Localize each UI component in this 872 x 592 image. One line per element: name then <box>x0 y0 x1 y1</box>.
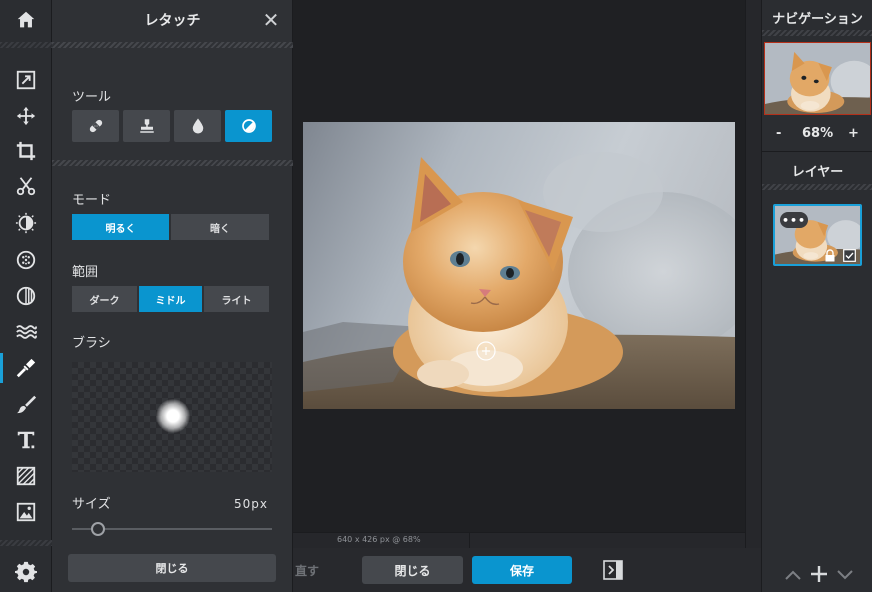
range-label: 範囲 <box>72 265 99 280</box>
canvas-status-bar: 640 x 426 px @ 68% <box>293 532 745 549</box>
zoom-level: 68% <box>802 126 834 141</box>
canvas-area[interactable] <box>293 0 745 532</box>
zoom-controls: - 68% + <box>762 126 872 144</box>
mode-label: モード <box>72 193 112 208</box>
visibility-checkbox-icon[interactable] <box>843 247 856 262</box>
mode-brighten-button[interactable]: 明るく <box>72 214 169 240</box>
draw-icon[interactable] <box>0 386 52 422</box>
navigator-thumbnail[interactable] <box>764 42 871 115</box>
add-layer-icon <box>811 566 827 582</box>
vertical-scrollbar[interactable] <box>745 0 761 548</box>
settings-icon[interactable] <box>0 554 52 590</box>
right-divider <box>762 151 872 152</box>
filter-icon[interactable] <box>0 278 52 314</box>
layers-title: レイヤー <box>791 165 844 180</box>
close-icon[interactable]: ✕ <box>260 9 282 31</box>
text-icon[interactable] <box>0 422 52 458</box>
brush-label: ブラシ <box>72 336 111 351</box>
bandage-icon[interactable] <box>72 110 119 142</box>
layer-options-button[interactable]: ••• <box>780 212 808 228</box>
kitten-photo[interactable] <box>303 122 735 409</box>
size-value: 50px <box>234 497 268 511</box>
pattern-icon[interactable] <box>0 458 52 494</box>
save-button[interactable]: 保存 <box>472 556 572 584</box>
range-mid-button[interactable]: ミドル <box>139 286 202 312</box>
mode-darken-button[interactable]: 暗く <box>171 214 269 240</box>
status-divider <box>469 533 470 549</box>
move-layer-up-icon <box>785 570 801 580</box>
toolbar-divider <box>0 42 52 48</box>
tool-strip <box>0 0 52 592</box>
close-button[interactable]: 閉じる <box>362 556 463 584</box>
adjust-icon[interactable] <box>0 205 52 241</box>
size-slider-thumb[interactable] <box>91 522 105 536</box>
retouch-panel: レタッチ ✕ ツール モード 明るく 暗く 範囲 ダーク ミドル ライト ブラシ… <box>52 0 293 592</box>
stamp-icon[interactable] <box>123 110 170 142</box>
brush-preview[interactable] <box>72 362 272 472</box>
panel-divider <box>52 42 293 48</box>
drop-icon[interactable] <box>174 110 221 142</box>
canvas-size-zoom: 640 x 426 px @ 68% <box>337 535 421 544</box>
right-divider <box>762 184 872 190</box>
bottom-bar: 直す 閉じる 保存 <box>293 548 761 592</box>
effects-icon[interactable] <box>0 242 52 278</box>
crop-export-icon[interactable] <box>0 62 52 98</box>
retouch-icon[interactable] <box>0 350 52 386</box>
undo-button[interactable]: 直す <box>295 562 319 579</box>
range-light-button[interactable]: ライト <box>204 286 269 312</box>
brush-shape <box>156 399 190 433</box>
zoom-in-button[interactable]: + <box>848 126 859 141</box>
navigation-title: ナビゲーション <box>772 12 863 27</box>
panel-close-button[interactable]: 閉じる <box>68 554 276 582</box>
toolbar-divider <box>0 540 52 546</box>
panel-title: レタッチ <box>144 13 201 29</box>
right-panel: ナビゲーション - 68% + レイヤー ••• <box>761 0 872 592</box>
panel-divider <box>52 160 293 166</box>
move-layer-down-icon <box>837 570 853 580</box>
lock-icon[interactable] <box>824 247 836 262</box>
layer-item[interactable]: ••• <box>773 204 862 266</box>
image-icon[interactable] <box>0 494 52 530</box>
dodge-burn-icon[interactable] <box>225 110 272 142</box>
liquify-icon[interactable] <box>0 314 52 350</box>
toggle-panel-icon[interactable] <box>603 560 623 580</box>
move-icon[interactable] <box>0 98 52 134</box>
zoom-out-button[interactable]: - <box>776 126 781 141</box>
crop-icon[interactable] <box>0 133 52 169</box>
tools-label: ツール <box>72 90 112 105</box>
layer-controls <box>784 562 854 586</box>
photo-editor-app: レタッチ ✕ ツール モード 明るく 暗く 範囲 ダーク ミドル ライト ブラシ… <box>0 0 872 592</box>
scissors-icon[interactable] <box>0 168 52 204</box>
right-divider <box>762 30 872 36</box>
range-dark-button[interactable]: ダーク <box>72 286 137 312</box>
home-icon[interactable] <box>0 2 52 38</box>
size-label: サイズ <box>72 497 111 512</box>
